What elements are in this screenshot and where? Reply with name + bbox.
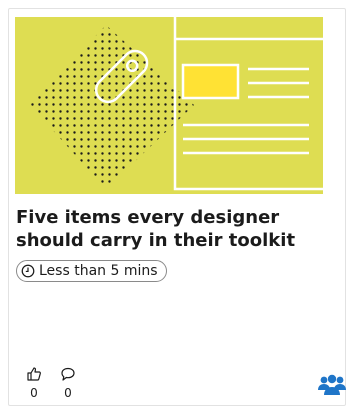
toolkit-illustration xyxy=(15,17,323,194)
duration-badge: Less than 5 mins xyxy=(16,260,167,282)
like-stat[interactable]: 0 xyxy=(24,366,44,400)
like-count: 0 xyxy=(30,386,38,400)
engagement-stats: 0 0 xyxy=(24,366,78,400)
comment-icon[interactable] xyxy=(60,366,76,382)
comment-stat[interactable]: 0 xyxy=(58,366,78,400)
comment-count: 0 xyxy=(64,386,72,400)
duration-label: Less than 5 mins xyxy=(39,263,158,279)
thumbs-up-icon[interactable] xyxy=(26,366,42,382)
course-title[interactable]: Five items every designer should carry i… xyxy=(16,206,328,252)
course-thumbnail[interactable] xyxy=(15,17,323,194)
people-group-icon xyxy=(318,374,346,395)
clock-icon xyxy=(21,264,35,278)
